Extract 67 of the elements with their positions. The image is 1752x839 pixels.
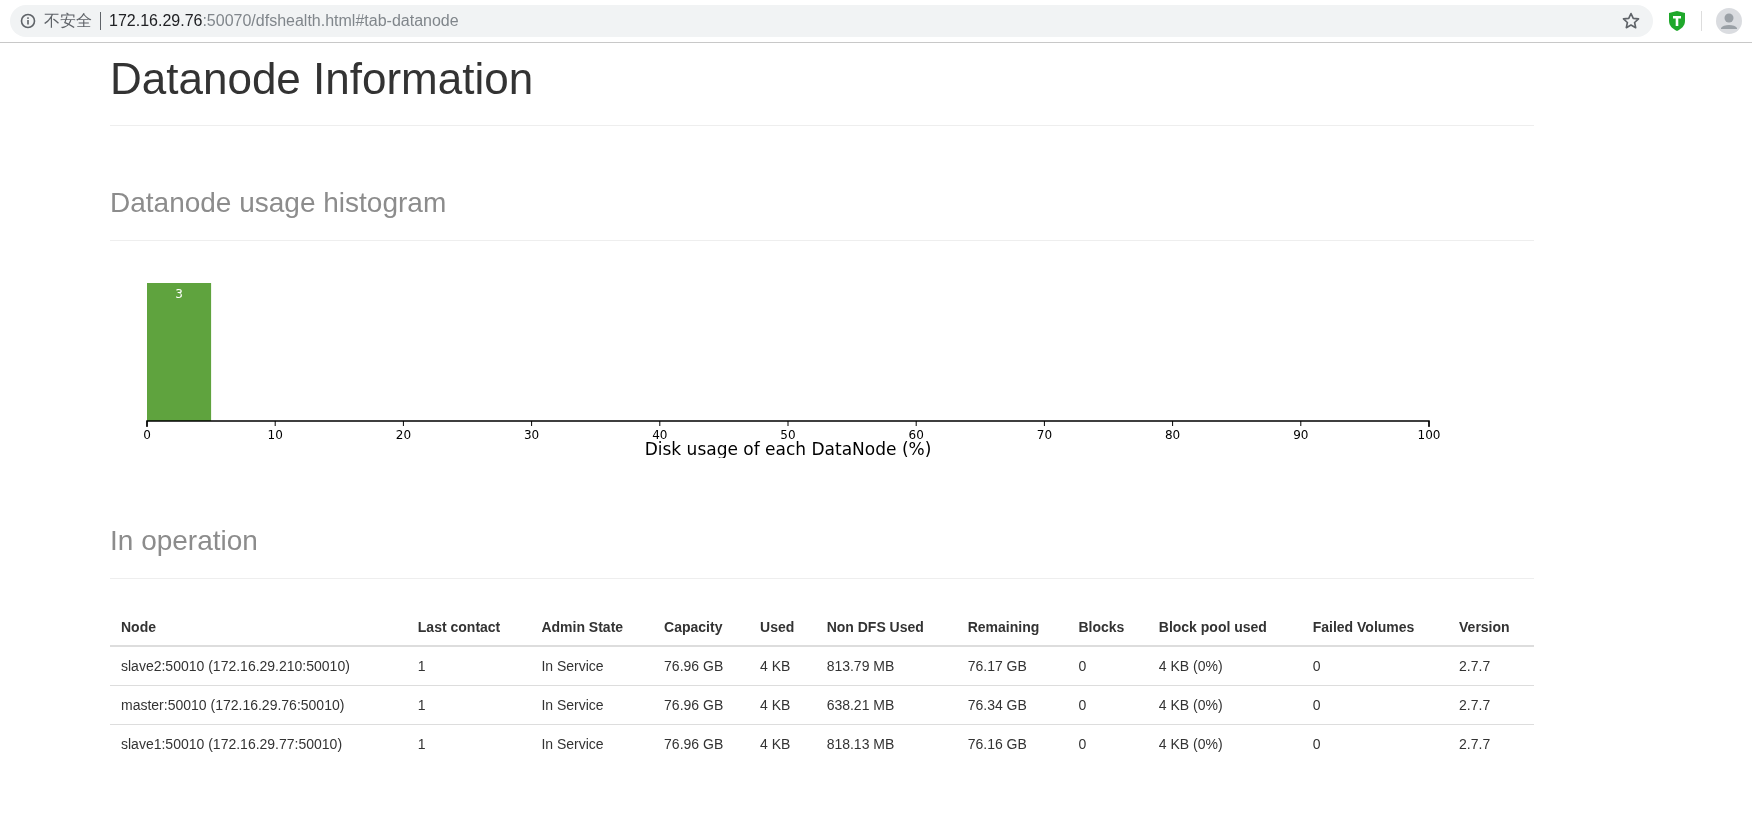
info-icon[interactable]: [20, 13, 36, 29]
table-cell: 1: [406, 646, 531, 686]
table-cell: In Service: [530, 685, 654, 725]
bar-value-label: 3: [175, 287, 183, 301]
axis-tick-label: 10: [267, 428, 283, 442]
column-header: Version: [1448, 609, 1534, 646]
section-heading: Datanode usage histogram: [110, 186, 448, 220]
column-header: Failed Volumes: [1301, 609, 1449, 646]
axis-tick-label: 0: [143, 428, 151, 442]
table-cell: 2.7.7: [1448, 646, 1534, 686]
avatar-icon[interactable]: [1716, 8, 1742, 34]
star-icon[interactable]: [1621, 11, 1641, 31]
axis-tick-label: 100: [1417, 428, 1441, 442]
column-header: Capacity: [653, 609, 750, 646]
table-cell: 1: [406, 685, 531, 725]
table-cell: 2.7.7: [1448, 685, 1534, 725]
axis-tick-label: 80: [1164, 428, 1181, 442]
table-cell: master:50010 (172.16.29.76:50010): [110, 685, 407, 725]
shield-extension-icon[interactable]: [1667, 10, 1687, 32]
column-header: Last contact: [406, 609, 531, 646]
axis-tick-label: 60: [908, 428, 924, 442]
axis-title: Disk usage of each DataNode (%): [644, 439, 932, 458]
table-cell: In Service: [530, 724, 654, 763]
axis-tick-label: 20: [395, 428, 412, 442]
axis-tick-label: 90: [1293, 428, 1309, 442]
column-header: Used: [749, 609, 816, 646]
table-cell: 4 KB (0%): [1147, 646, 1302, 686]
table-cell: 0: [1067, 646, 1148, 686]
url-text: 172.16.29.76:50070/dfshealth.html#tab-datanode: [109, 12, 459, 30]
table-cell: slave1:50010 (172.16.29.77:50010): [110, 724, 407, 763]
table-cell: 4 KB: [749, 685, 816, 725]
axis-tick-label: 40: [652, 428, 668, 442]
table-cell: 813.79 MB: [815, 646, 957, 686]
table-cell: 0: [1301, 685, 1449, 725]
axis-tick-label: 70: [1036, 428, 1053, 442]
table-cell: 4 KB: [749, 646, 816, 686]
table-cell: 2.7.7: [1448, 724, 1534, 763]
table-cell: 4 KB: [749, 724, 816, 763]
table-cell: 76.96 GB: [653, 685, 750, 725]
table-cell: 638.21 MB: [815, 685, 957, 725]
table-cell: 4 KB (0%): [1147, 724, 1302, 763]
table-cell: 4 KB (0%): [1147, 685, 1302, 725]
column-header: Blocks: [1067, 609, 1148, 646]
axis-tick-label: 50: [780, 428, 796, 442]
table-cell: In Service: [530, 646, 654, 686]
column-header: Block pool used: [1147, 609, 1302, 646]
section-heading: In operation: [110, 524, 259, 558]
column-header: Admin State: [530, 609, 654, 646]
axis-tick-label: 30: [523, 428, 540, 442]
page-title: Datanode Information: [110, 53, 535, 105]
table-cell: 1: [406, 724, 531, 763]
table-cell: 0: [1301, 724, 1449, 763]
column-header: Non DFS Used: [815, 609, 957, 646]
table-cell: 0: [1067, 724, 1148, 763]
table-cell: 76.34 GB: [956, 685, 1068, 725]
column-header: Remaining: [956, 609, 1068, 646]
security-label: 不安全: [44, 10, 92, 31]
table-cell: 0: [1301, 646, 1449, 686]
table-cell: 76.17 GB: [956, 646, 1068, 686]
table-cell: 76.96 GB: [653, 724, 750, 763]
address-bar[interactable]: 不安全 172.16.29.76:50070/dfshealth.html#tab-datanode: [10, 5, 1653, 37]
table-cell: slave2:50010 (172.16.29.210:50010): [110, 646, 407, 686]
column-header: Node: [110, 609, 407, 646]
table-cell: 818.13 MB: [815, 724, 957, 763]
table-cell: 76.16 GB: [956, 724, 1068, 763]
table-cell: 0: [1067, 685, 1148, 725]
table-cell: 76.96 GB: [653, 646, 750, 686]
